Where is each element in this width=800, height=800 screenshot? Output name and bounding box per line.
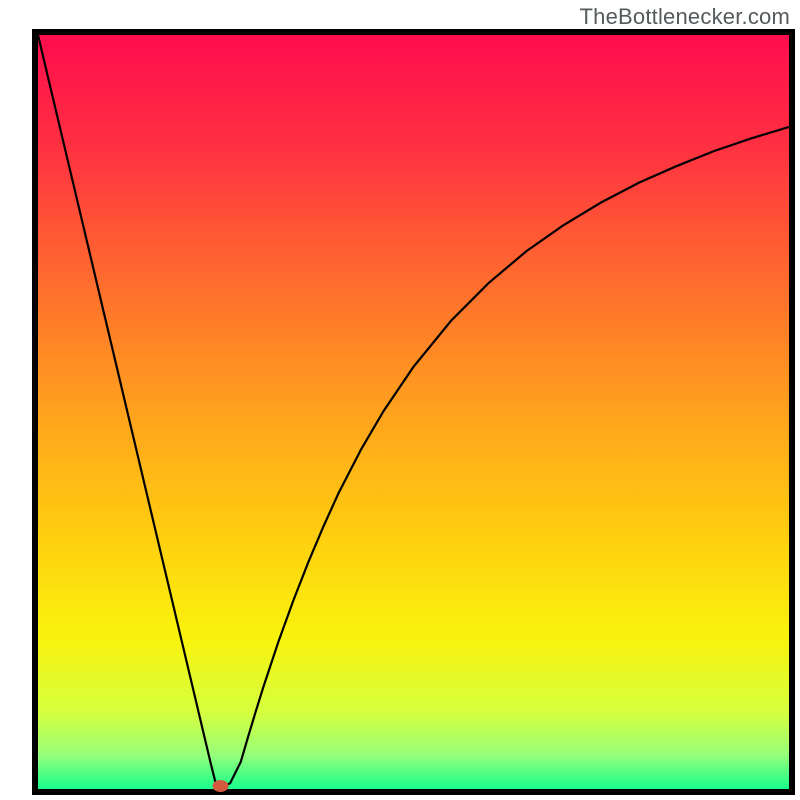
- bottleneck-chart: [0, 0, 800, 800]
- chart-frame: TheBottlenecker.com: [0, 0, 800, 800]
- plot-background: [38, 35, 789, 789]
- marker-dot: [212, 780, 228, 792]
